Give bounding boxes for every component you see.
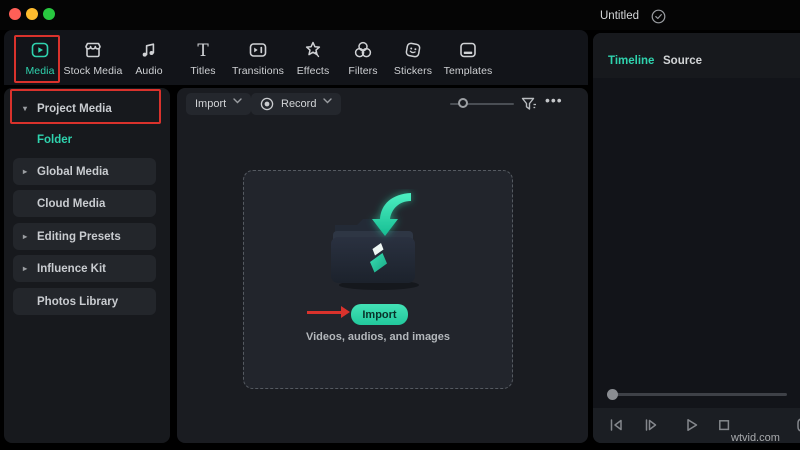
sidebar-item-label: Folder — [37, 133, 73, 146]
tab-templates[interactable]: Templates — [428, 38, 508, 82]
import-dropdown-label: Import — [195, 98, 227, 110]
zoom-window-button[interactable] — [43, 8, 55, 20]
playback-seekbar[interactable] — [607, 389, 787, 400]
saved-check-icon — [651, 9, 666, 24]
sidebar-item-label: Cloud Media — [37, 197, 106, 210]
next-frame-button[interactable] — [641, 415, 661, 435]
preview-panel: Timeline Source — [593, 33, 800, 443]
sidebar-item-label: Photos Library — [37, 295, 119, 308]
import-button[interactable]: Import — [351, 304, 408, 325]
record-icon — [260, 97, 274, 111]
sidebar-item-label: Project Media — [37, 102, 112, 115]
slider-knob[interactable] — [458, 98, 468, 108]
play-button[interactable] — [681, 415, 701, 435]
close-window-button[interactable] — [9, 8, 21, 20]
minimize-window-button[interactable] — [26, 8, 38, 20]
sidebar-item-label: Influence Kit — [37, 262, 107, 275]
sidebar-item-project-media[interactable]: ▾ Project Media — [13, 95, 156, 122]
caret-down-icon: ▾ — [22, 104, 27, 113]
thumbnail-size-slider[interactable] — [450, 98, 514, 108]
sidebar-item-cloud-media[interactable]: Cloud Media — [13, 190, 156, 217]
filter-icon[interactable] — [520, 95, 538, 113]
tab-timeline[interactable]: Timeline — [608, 55, 654, 67]
dropzone-hint-text: Videos, audios, and images — [305, 331, 451, 343]
sidebar-item-global-media[interactable]: ▸ Global Media — [13, 158, 156, 185]
tab-label: Templates — [443, 65, 493, 77]
record-dropdown-label: Record — [281, 98, 317, 110]
sidebar-item-photos-library[interactable]: Photos Library — [13, 288, 156, 315]
media-sidebar: ▾ Project Media Folder ▸ Global Media Cl… — [4, 88, 170, 443]
previous-frame-button[interactable] — [606, 415, 626, 435]
import-dropdown-button[interactable]: Import — [186, 93, 252, 115]
chevron-down-icon — [323, 98, 333, 110]
more-options-button[interactable]: ••• — [545, 92, 563, 108]
sidebar-item-label: Editing Presets — [37, 230, 121, 243]
caret-right-icon: ▸ — [22, 264, 27, 273]
sidebar-item-folder[interactable]: Folder — [13, 126, 156, 153]
templates-icon — [428, 39, 508, 63]
caret-right-icon: ▸ — [22, 167, 27, 176]
media-type-navbar: Media Stock Media Audio T Titles Transit… — [4, 30, 588, 85]
import-dropzone[interactable]: Import Videos, audios, and images — [243, 170, 513, 389]
import-folder-illustration — [319, 189, 439, 294]
chevron-down-icon — [233, 98, 242, 110]
annotation-arrow-head — [341, 306, 350, 318]
annotation-arrow-line — [307, 311, 343, 314]
project-title: Untitled — [600, 10, 639, 22]
tab-source[interactable]: Source — [663, 55, 702, 67]
record-dropdown-button[interactable]: Record — [251, 93, 342, 115]
fullscreen-icon[interactable] — [793, 415, 800, 435]
preview-tabs-header: Timeline Source — [593, 33, 800, 78]
svg-text:T: T — [197, 41, 209, 61]
watermark: wtvid.com — [731, 432, 780, 444]
window-titlebar: Untitled — [0, 0, 800, 30]
sidebar-item-influence-kit[interactable]: ▸ Influence Kit — [13, 255, 156, 282]
sidebar-item-label: Global Media — [37, 165, 109, 178]
media-library-panel: Import Record ••• Import Videos, audios,… — [177, 88, 588, 443]
video-preview-area — [593, 78, 800, 408]
caret-right-icon: ▸ — [22, 232, 27, 241]
playhead-knob[interactable] — [607, 389, 618, 400]
sidebar-item-editing-presets[interactable]: ▸ Editing Presets — [13, 223, 156, 250]
